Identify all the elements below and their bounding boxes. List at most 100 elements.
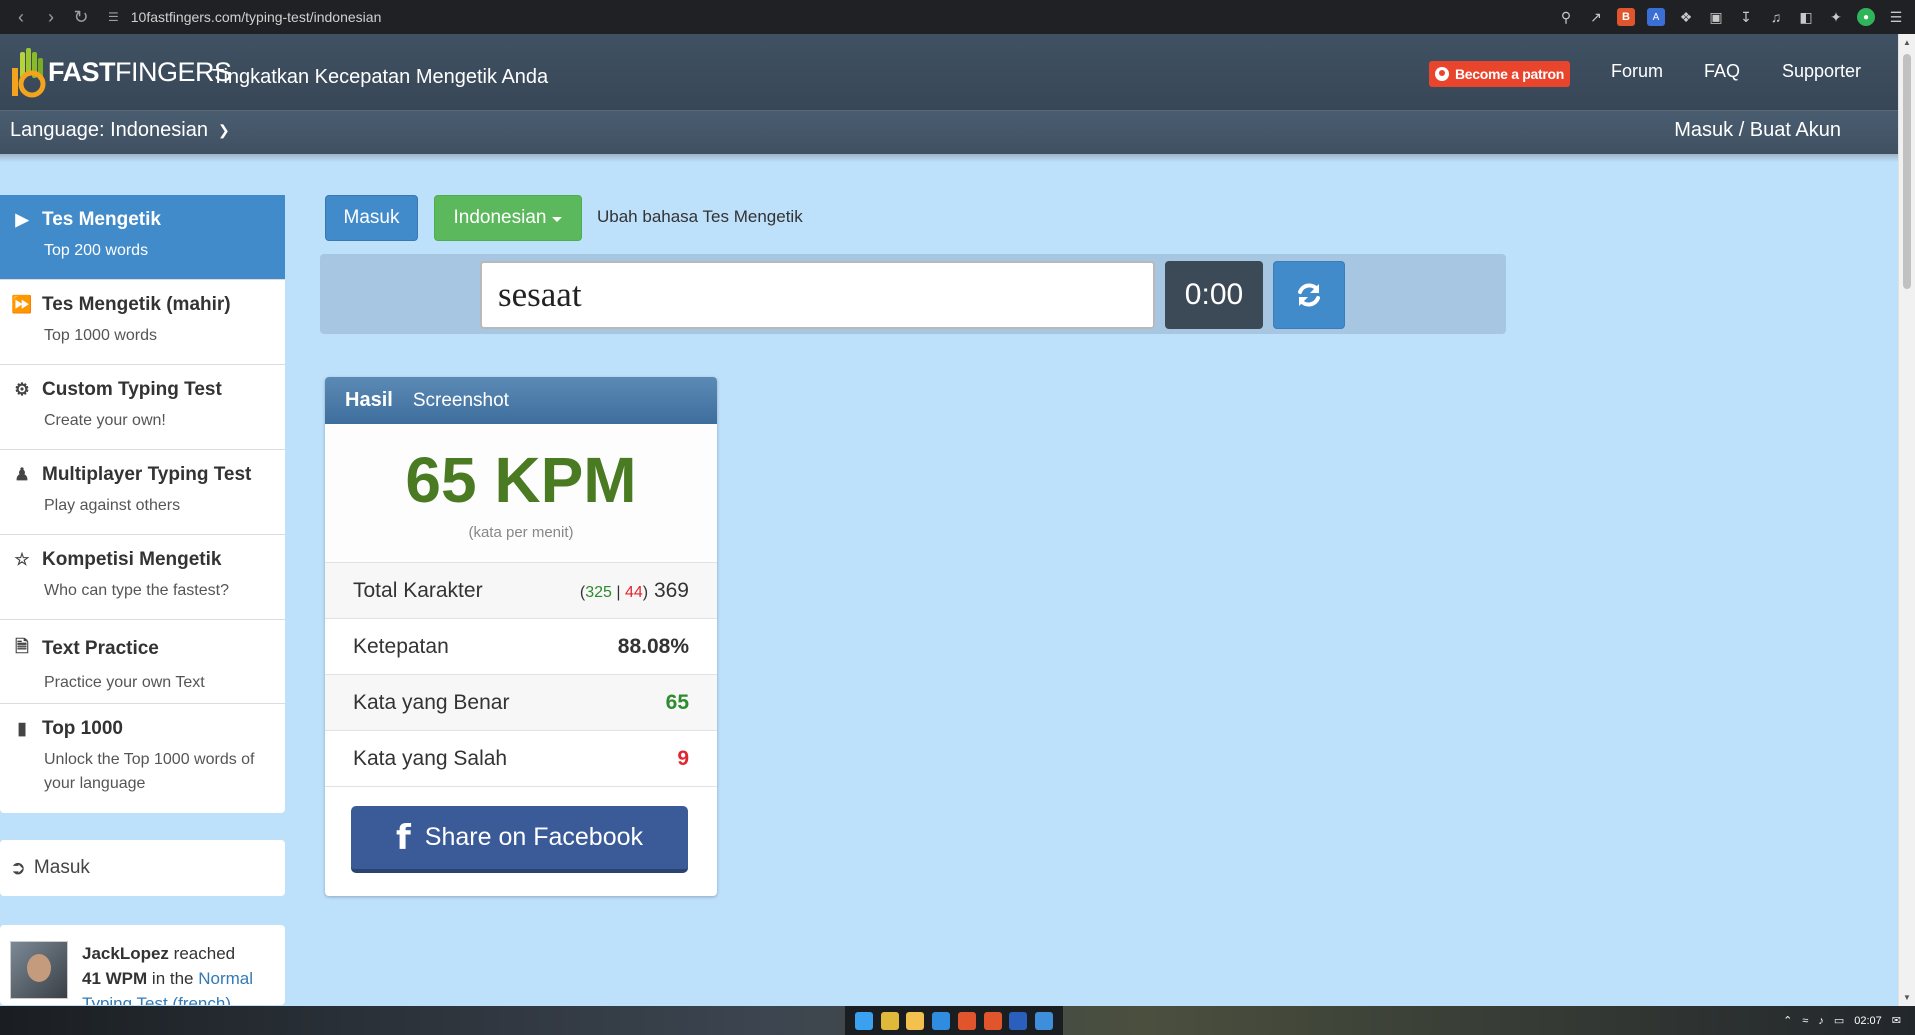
sidebar-item-text-practice[interactable]: 🗎 Text Practice Practice your own Text — [0, 620, 285, 704]
scroll-down-arrow-icon[interactable]: ▼ — [1903, 993, 1911, 1002]
accuracy-row: Ketepatan 88.08% — [325, 619, 717, 675]
vscode-icon[interactable] — [932, 1011, 951, 1030]
page-scrollbar[interactable]: ▲ ▼ — [1898, 34, 1915, 1006]
translate-extension-icon[interactable]: A — [1647, 8, 1665, 26]
url-text: 10fastfingers.com/typing-test/indonesian — [130, 9, 382, 25]
correct-words-row: Kata yang Benar 65 — [325, 675, 717, 731]
sidebar-item-top-1000[interactable]: ▮ Top 1000 Unlock the Top 1000 words of y… — [0, 704, 285, 813]
zoom-icon[interactable]: ⚲ — [1557, 8, 1575, 26]
tray-chevron-up-icon[interactable]: ⌃ — [1783, 1014, 1792, 1027]
signal-icon: ▮ — [17, 719, 27, 738]
profile-icon[interactable]: ● — [1857, 8, 1875, 26]
browser-extensions: ⚲ ↗ B A ❖ ▣ ↧ ♫ ◧ ✦ ● ☰ — [1557, 0, 1905, 34]
sidebar-item-multiplayer[interactable]: ♟ Multiplayer Typing Test Play against ot… — [0, 450, 285, 535]
music-icon[interactable]: ♫ — [1767, 8, 1785, 26]
refresh-icon — [1298, 283, 1320, 307]
site-settings-icon[interactable]: ☰ — [108, 10, 119, 24]
gears-icon: ⚙ — [14, 380, 30, 399]
share-facebook-button[interactable]: f Share on Facebook — [351, 806, 688, 873]
word-icon[interactable] — [1009, 1011, 1028, 1030]
tab-screenshot[interactable]: Screenshot — [413, 390, 509, 412]
notification-icon[interactable]: ✉ — [1892, 1014, 1901, 1027]
wifi-icon[interactable]: ≈ — [1802, 1015, 1808, 1027]
language-selector[interactable]: Language: Indonesian ❯ — [10, 119, 230, 142]
play-icon: ▶ — [15, 210, 29, 229]
wrong-words-row: Kata yang Salah 9 — [325, 731, 717, 787]
scroll-up-arrow-icon[interactable]: ▲ — [1903, 38, 1911, 47]
sidebar-item-typing-test[interactable]: ▶ Tes Mengetik Top 200 words — [0, 195, 285, 280]
nav-forum[interactable]: Forum — [1611, 61, 1663, 82]
nav-faq[interactable]: FAQ — [1704, 61, 1740, 82]
wpm-unit: (kata per menit) — [468, 524, 574, 541]
login-register-link[interactable]: Masuk / Buat Akun — [1674, 119, 1841, 142]
download-icon[interactable]: ↧ — [1737, 8, 1755, 26]
total-characters-row: Total Karakter (325 | 44) 369 — [325, 563, 717, 619]
fast-forward-icon: ⏩ — [11, 295, 33, 314]
sidebar-item-custom-typing-test[interactable]: ⚙ Custom Typing Test Create your own! — [0, 365, 285, 450]
windows-start-icon[interactable] — [854, 1011, 873, 1030]
wpm-panel: 65 KPM (kata per menit) — [325, 424, 717, 563]
file-explorer-icon[interactable] — [906, 1011, 925, 1030]
total-characters-value: 369 — [653, 578, 689, 602]
trophy-icon: ☆ — [14, 550, 30, 569]
leo-ai-icon[interactable]: ✦ — [1827, 8, 1845, 26]
activity-feed-text: JackLopez reached 41 WPM in the Normal T… — [82, 941, 275, 1005]
system-tray: ⌃ ≈ ♪ ▭ 02:07 ✉ — [1783, 1006, 1901, 1035]
reload-page-icon[interactable]: ↻ — [66, 2, 96, 32]
wrong-keystrokes: 44 — [624, 583, 643, 601]
test-language-dropdown[interactable]: Indonesian — [434, 195, 582, 241]
accuracy-value: 88.08% — [617, 634, 689, 658]
patreon-icon — [1434, 67, 1449, 81]
back-icon[interactable]: ‹ — [6, 2, 36, 32]
brave-shield-icon[interactable]: B — [1617, 8, 1635, 26]
browser-toolbar: ‹ › ↻ ☰ 10fastfingers.com/typing-test/in… — [0, 0, 1915, 34]
sidebar-toggle-icon[interactable]: ◧ — [1797, 8, 1815, 26]
battery-icon[interactable]: ▭ — [1834, 1014, 1844, 1027]
change-language-hint: Ubah bahasa Tes Mengetik — [597, 207, 803, 226]
document-icon: 🗎 — [15, 637, 29, 656]
activity-feed: JackLopez reached 41 WPM in the Normal T… — [0, 925, 285, 1005]
result-tabs: Hasil Screenshot — [325, 377, 717, 424]
screenshot-extension-icon[interactable]: ▣ — [1707, 8, 1725, 26]
brave-browser-2-icon[interactable] — [983, 1011, 1002, 1030]
forward-icon[interactable]: › — [36, 2, 66, 32]
logo-text: FASTFINGERS — [48, 56, 232, 87]
sidebar-item-competition[interactable]: ☆ Kompetisi Mengetik Who can type the fas… — [0, 535, 285, 620]
volume-icon[interactable]: ♪ — [1818, 1015, 1824, 1027]
become-patron-button[interactable]: Become a patron — [1429, 61, 1570, 87]
os-taskbar: ⌃ ≈ ♪ ▭ 02:07 ✉ — [0, 1006, 1915, 1035]
menu-icon[interactable]: ☰ — [1887, 8, 1905, 26]
clock[interactable]: 02:07 — [1854, 1015, 1882, 1027]
timer-display: 0:00 — [1165, 261, 1263, 329]
login-button[interactable]: Masuk — [325, 195, 418, 241]
git-app-icon[interactable] — [880, 1011, 899, 1030]
site-logo[interactable]: FASTFINGERS — [10, 46, 232, 98]
tab-result[interactable]: Hasil — [345, 389, 393, 412]
nav-supporter[interactable]: Supporter — [1782, 61, 1861, 82]
result-stats: Total Karakter (325 | 44) 369 Ketepatan … — [325, 563, 717, 787]
hand-logo-icon — [12, 48, 46, 98]
caret-down-icon — [552, 217, 563, 222]
puzzle-extension-icon[interactable]: ❖ — [1677, 8, 1695, 26]
scrollbar-thumb[interactable] — [1903, 54, 1911, 289]
typing-input[interactable]: sesaat — [480, 261, 1155, 329]
share-icon[interactable]: ↗ — [1587, 8, 1605, 26]
correct-keystrokes: 325 — [585, 583, 612, 601]
header-subbar — [0, 110, 1898, 154]
facebook-icon: f — [396, 817, 411, 858]
site-tagline: Tingkatkan Kecepatan Mengetik Anda — [212, 66, 549, 88]
address-bar[interactable]: ☰ 10fastfingers.com/typing-test/indonesi… — [108, 9, 381, 25]
wpm-value: 65 KPM — [405, 444, 637, 516]
sidebar-menu: ▶ Tes Mengetik Top 200 words ⏩ Tes Mengeti… — [0, 195, 285, 813]
correct-words-value: 65 — [665, 690, 689, 714]
sidebar-login-button[interactable]: ➲ Masuk — [0, 840, 285, 896]
sidebar-item-advanced-typing-test[interactable]: ⏩ Tes Mengetik (mahir) Top 1000 words — [0, 280, 285, 365]
wrong-words-value: 9 — [677, 746, 689, 770]
avatar[interactable] — [10, 941, 68, 999]
photos-icon[interactable] — [1035, 1011, 1054, 1030]
feed-username[interactable]: JackLopez — [82, 944, 169, 963]
restart-button[interactable] — [1273, 261, 1345, 329]
brave-browser-icon[interactable] — [957, 1011, 976, 1030]
sign-in-icon: ➲ — [10, 857, 26, 879]
users-icon: ♟ — [14, 465, 30, 484]
